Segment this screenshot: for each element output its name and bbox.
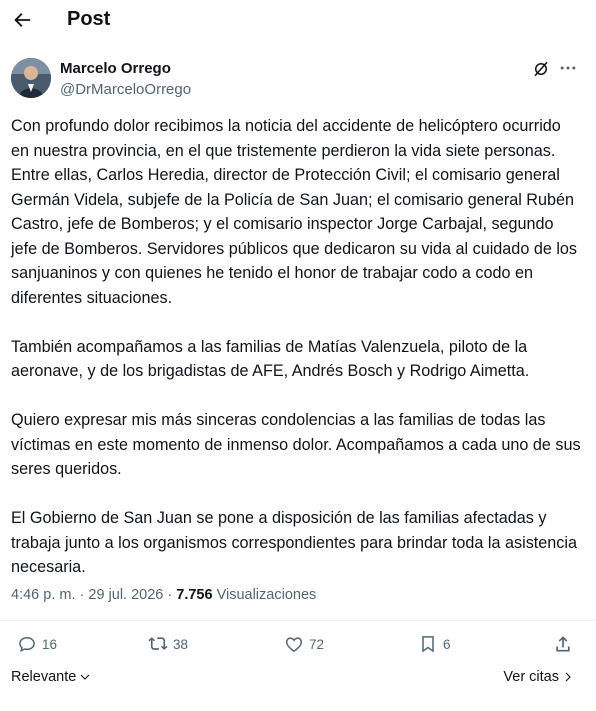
more-options-icon[interactable] xyxy=(558,58,578,78)
post-paragraph: El Gobierno de San Juan se pone a dispos… xyxy=(11,509,577,576)
meta-separator: · xyxy=(75,587,89,603)
avatar[interactable] xyxy=(11,58,51,98)
divider xyxy=(0,620,596,621)
author-name[interactable]: Marcelo Orrego xyxy=(60,60,171,77)
reply-count: 16 xyxy=(42,636,58,652)
heart-icon xyxy=(285,637,303,652)
like-button[interactable]: 72 xyxy=(284,634,324,654)
post-text: Con profundo dolor recibimos la noticia … xyxy=(11,114,581,604)
grok-icon[interactable] xyxy=(532,60,550,78)
sort-replies-dropdown[interactable]: Relevante xyxy=(11,669,91,685)
chevron-down-icon xyxy=(80,674,90,680)
author-handle[interactable]: @DrMarceloOrrego xyxy=(60,81,191,98)
repost-icon xyxy=(148,637,168,650)
meta-separator: · xyxy=(163,587,177,603)
view-quotes-link[interactable]: Ver citas xyxy=(503,669,574,685)
like-count: 72 xyxy=(309,636,325,652)
quotes-label: Ver citas xyxy=(503,669,559,685)
sort-label: Relevante xyxy=(11,669,77,685)
action-bar: 16 38 72 6 xyxy=(0,628,596,664)
post-time[interactable]: 4:46 p. m. xyxy=(11,587,75,603)
repost-count: 38 xyxy=(173,636,189,652)
chevron-right-icon xyxy=(565,672,571,682)
top-bar: Post xyxy=(0,0,596,42)
repost-button[interactable]: 38 xyxy=(148,634,188,654)
post-date[interactable]: 29 jul. 2026 xyxy=(88,587,163,603)
bookmark-count: 6 xyxy=(443,636,451,652)
page-title: Post xyxy=(67,8,111,30)
post-paragraph: También acompañamos a las familias de Ma… xyxy=(11,337,530,381)
post-paragraph: Quiero expresar mis más sinceras condole… xyxy=(11,411,581,478)
back-arrow-icon[interactable] xyxy=(11,9,33,31)
bookmark-icon xyxy=(422,636,434,653)
reply-button[interactable]: 16 xyxy=(17,634,57,654)
bookmark-button[interactable]: 6 xyxy=(418,634,451,654)
views-count: 7.756 xyxy=(176,587,213,603)
share-icon xyxy=(556,636,570,652)
post-paragraph: Con profundo dolor recibimos la noticia … xyxy=(11,117,578,307)
post-metadata: 4:46 p. m. · 29 jul. 2026 · 7.756 Visual… xyxy=(11,587,316,603)
avatar-photo-icon xyxy=(11,58,51,98)
views-label: Visualizaciones xyxy=(212,587,317,603)
share-button[interactable] xyxy=(553,634,578,654)
reply-icon xyxy=(19,636,35,653)
